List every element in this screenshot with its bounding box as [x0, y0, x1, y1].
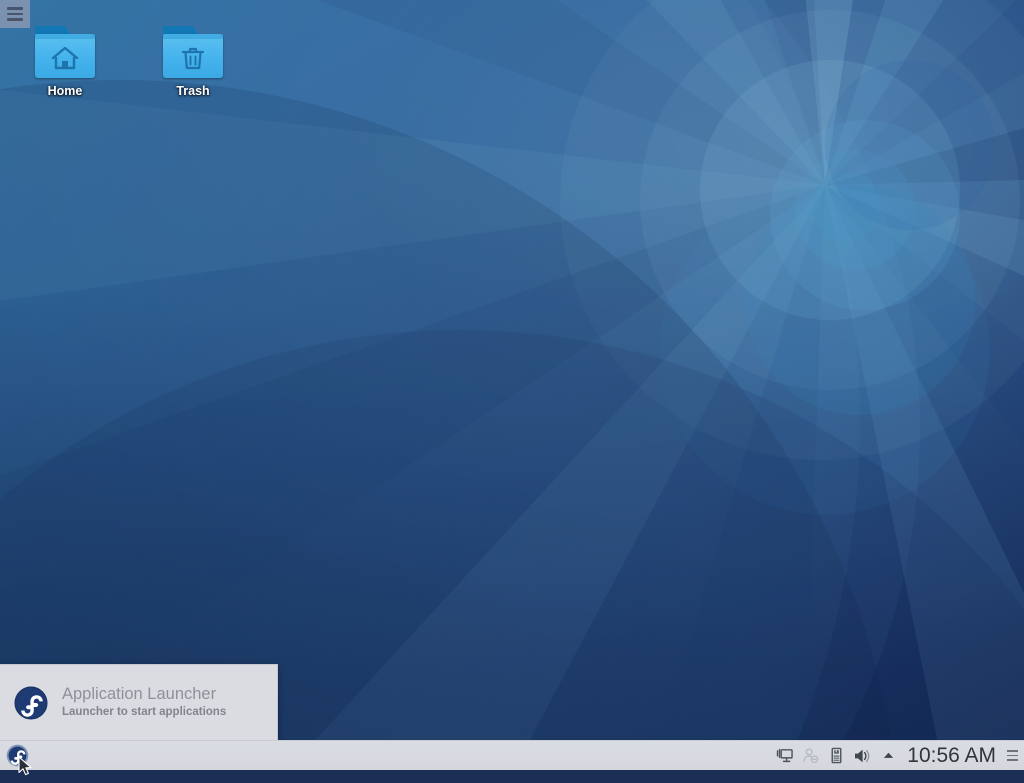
tooltip-subtitle: Launcher to start applications — [62, 706, 227, 719]
hamburger-icon-bar — [7, 18, 23, 21]
digital-clock[interactable]: 10:56 AM — [901, 744, 1004, 768]
desktop-wallpaper[interactable]: Home Trash — [0, 0, 1024, 740]
task-manager-area[interactable] — [34, 741, 771, 771]
hamburger-icon-bar — [7, 7, 23, 10]
hamburger-icon-bar — [7, 12, 23, 16]
hamburger-icon-bar — [1006, 759, 1018, 762]
application-launcher-tooltip: Application Launcher Launcher to start a… — [0, 664, 278, 741]
home-folder-icon — [35, 26, 95, 78]
hamburger-icon-bar — [1006, 754, 1018, 757]
fedora-logo-icon — [14, 686, 48, 720]
hamburger-icon-bar — [1006, 749, 1018, 752]
trash-can-glyph — [181, 47, 205, 70]
desktop-toolbox-button[interactable] — [0, 0, 30, 28]
system-tray: 10:56 AM — [771, 741, 1024, 771]
panel-settings-handle[interactable] — [1004, 741, 1020, 771]
desktop-icon-label: Home — [47, 84, 83, 98]
trash-folder-icon — [163, 26, 223, 78]
house-glyph — [51, 46, 79, 70]
fedora-logo-icon — [6, 744, 28, 767]
network-icon[interactable] — [771, 741, 797, 771]
desktop-icon-home[interactable]: Home — [19, 26, 111, 98]
volume-icon[interactable] — [849, 741, 875, 771]
taskbar-panel: 10:56 AM — [0, 740, 1024, 770]
application-launcher-button[interactable] — [0, 741, 34, 771]
desktop-icon-label: Trash — [176, 84, 210, 98]
tooltip-title: Application Launcher — [62, 685, 217, 704]
wallpaper-vignette — [0, 0, 1024, 740]
removable-device-icon[interactable] — [823, 741, 849, 771]
user-status-icon[interactable] — [797, 741, 823, 771]
show-hidden-icons-arrow[interactable] — [875, 741, 901, 771]
desktop-icon-trash[interactable]: Trash — [147, 26, 239, 98]
